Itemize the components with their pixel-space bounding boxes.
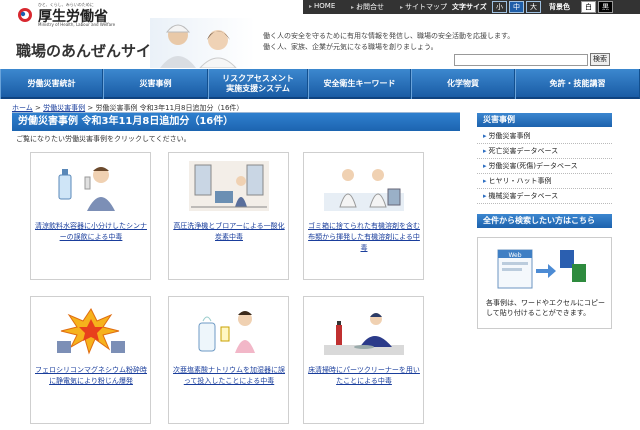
nav-chemicals[interactable]: 化学物質	[411, 69, 515, 99]
dust-explosion-illustration	[57, 308, 125, 355]
sidebar-item-machine-db[interactable]: 機械災害データベース	[477, 189, 612, 204]
case-title-link[interactable]: 高圧洗浄機とブロアーによる一酸化炭素中毒	[173, 221, 285, 243]
case-title-link[interactable]: フェロシリコンマグネシウム粉砕時に静電気により粉じん爆発	[35, 365, 147, 387]
utility-bar: HOME お問合せ サイトマップ 文字サイズ 小 中 大 背景色 白 黒	[303, 0, 640, 14]
web-to-office-icon: Web	[497, 249, 586, 289]
nav-licenses[interactable]: 免許・技能講習	[515, 69, 640, 99]
sidebar-item-fatal-db[interactable]: 死亡災害データベース	[477, 144, 612, 159]
case-card[interactable]: 清涼飲料水容器に小分けしたシンナーの誤飲による中毒	[30, 152, 151, 280]
case-title-link[interactable]: 次亜塩素酸ナトリウムを加湿器に誤って投入したことによる中毒	[173, 365, 285, 387]
sidebar-heading-search-all[interactable]: 全件から検索したい方はこちら	[477, 214, 612, 228]
site-intro: 働く人の安全を守るために有用な情報を発信し、職場の安全活動を応援します。 働く人…	[263, 31, 514, 53]
bg-color-label: 背景色	[549, 3, 570, 11]
font-size-label: 文字サイズ	[452, 3, 487, 11]
case-card[interactable]: ゴミ箱に捨てられた有機溶剤を含む布類から揮発した有機溶剤による中毒	[303, 152, 424, 280]
breadcrumb-separator: >	[85, 104, 96, 112]
humidifier-illustration	[198, 311, 255, 353]
copy-info-box: Web 各事例は、ワードやエクセルにコピーして貼り付けることができます。	[477, 237, 612, 329]
sidebar-heading-cases: 災害事例	[477, 113, 612, 127]
font-size-large-button[interactable]: 大	[526, 1, 541, 13]
case-card[interactable]: 次亜塩素酸ナトリウムを加湿器に誤って投入したことによる中毒	[168, 296, 289, 424]
sidebar-menu: 労働災害事例 死亡災害データベース 労働災害(死傷)データベース ヒヤリ・ハット…	[477, 129, 612, 204]
solvent-waste-illustration	[324, 169, 404, 211]
case-title-link[interactable]: 清涼飲料水容器に小分けしたシンナーの誤飲による中毒	[35, 221, 147, 243]
font-size-small-button[interactable]: 小	[492, 1, 507, 13]
bg-black-button[interactable]: 黒	[598, 1, 613, 13]
nav-accident-cases[interactable]: 災害事例	[103, 69, 208, 99]
sidebar-item-near-miss[interactable]: ヒヤリ・ハット事例	[477, 174, 612, 189]
copy-info-text: 各事例は、ワードやエクセルにコピーして貼り付けることができます。	[486, 299, 605, 317]
breadcrumb-cases[interactable]: 労働災害事例	[43, 104, 85, 112]
case-title-link[interactable]: ゴミ箱に捨てられた有機溶剤を含む布類から揮発した有機溶剤による中毒	[308, 221, 420, 254]
home-link[interactable]: HOME	[309, 2, 335, 10]
case-card[interactable]: 床清掃時にパーツクリーナーを用いたことによる中毒	[303, 296, 424, 424]
sidebar-item-injury-db[interactable]: 労働災害(死傷)データベース	[477, 159, 612, 174]
breadcrumb-separator: >	[32, 104, 44, 112]
header-workers-photo	[150, 18, 255, 68]
breadcrumb-home[interactable]: ホーム	[12, 104, 33, 112]
font-size-medium-button[interactable]: 中	[509, 1, 524, 13]
thinner-drinking-illustration	[58, 167, 115, 211]
bg-white-button[interactable]: 白	[581, 1, 596, 13]
floor-cleaning-illustration	[324, 313, 404, 355]
intro-line-2: 働く人、家族、企業が元気になる職場を創りましょう。	[263, 43, 438, 51]
pressure-washer-illustration	[189, 161, 269, 211]
ministry-name-en: Ministry of Health, Labour and Welfare	[38, 22, 116, 27]
case-card[interactable]: フェロシリコンマグネシウム粉砕時に静電気により粉じん爆発	[30, 296, 151, 424]
page-lead-text: ご覧になりたい労働災害事例をクリックしてください。	[16, 135, 191, 143]
breadcrumb-current: 労働災害事例 令和3年11月8日追加分（16件）	[95, 104, 244, 112]
nav-accident-statistics[interactable]: 労働災害統計	[0, 69, 103, 99]
global-nav: 労働災害統計 災害事例 リスクアセスメント 実施支援システム 安全衛生キーワード…	[0, 69, 640, 99]
case-title-link[interactable]: 床清掃時にパーツクリーナーを用いたことによる中毒	[308, 365, 420, 387]
page-title: 労働災害事例 令和3年11月8日追加分（16件）	[12, 113, 460, 131]
sitemap-link[interactable]: サイトマップ	[400, 2, 447, 12]
site-title[interactable]: 職場のあんぜんサイト	[16, 40, 166, 61]
case-card[interactable]: 高圧洗浄機とブロアーによる一酸化炭素中毒	[168, 152, 289, 280]
nav-safety-keywords[interactable]: 安全衛生キーワード	[308, 69, 411, 99]
search-input[interactable]	[454, 54, 588, 66]
web-icon-label: Web	[508, 252, 521, 259]
intro-line-1: 働く人の安全を守るために有用な情報を発信し、職場の安全活動を応援します。	[263, 32, 515, 40]
ministry-logo-icon[interactable]	[17, 7, 33, 23]
nav-risk-assessment[interactable]: リスクアセスメント 実施支援システム	[208, 69, 308, 99]
contact-link[interactable]: お問合せ	[351, 2, 384, 12]
sidebar-item-accident-cases[interactable]: 労働災害事例	[477, 129, 612, 144]
search-button[interactable]: 検索	[590, 53, 610, 66]
